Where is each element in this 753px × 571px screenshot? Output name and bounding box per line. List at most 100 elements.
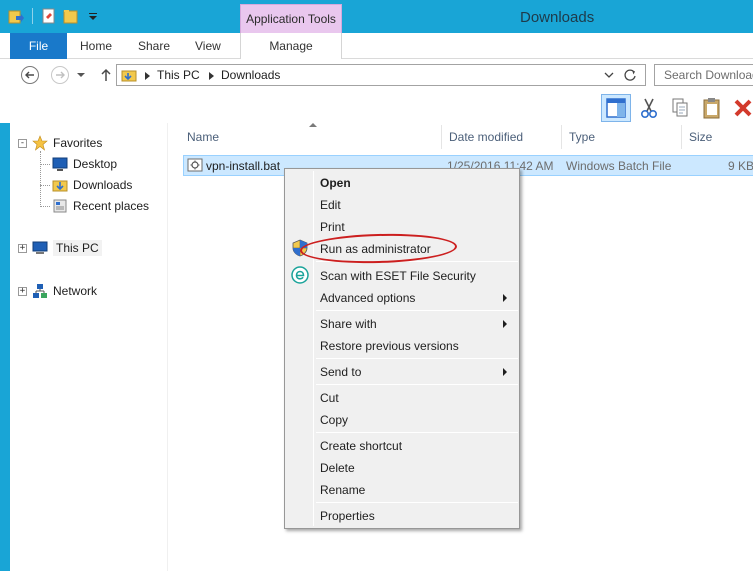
nav-recent-places[interactable]: Recent places xyxy=(52,198,149,214)
expand-this-pc-icon[interactable]: + xyxy=(18,244,27,253)
tree-connector xyxy=(40,164,50,165)
column-header-size[interactable]: Size xyxy=(681,125,753,149)
chevron-down-icon xyxy=(77,73,85,77)
menu-item-rename-label: Rename xyxy=(320,483,366,497)
nav-network-label: Network xyxy=(53,284,98,298)
refresh-icon xyxy=(624,69,636,81)
paste-button[interactable] xyxy=(697,94,727,122)
address-dropdown-button[interactable] xyxy=(603,69,615,84)
title-bar: Application Tools Downloads xyxy=(0,0,753,33)
back-arrow-icon xyxy=(21,66,39,84)
nav-this-pc-label: This PC xyxy=(53,240,102,256)
delete-button[interactable] xyxy=(728,94,753,122)
forward-button[interactable] xyxy=(50,65,70,85)
nav-favorites-label: Favorites xyxy=(53,136,103,150)
delete-x-icon xyxy=(734,99,752,117)
column-header-type[interactable]: Type xyxy=(561,125,681,149)
navigation-pane: - Favorites Desktop Downloads Recent pla… xyxy=(10,123,168,571)
submenu-arrow-icon xyxy=(503,368,507,376)
tab-home[interactable]: Home xyxy=(80,33,112,59)
menu-item-share-with-label: Share with xyxy=(320,317,377,331)
properties-icon[interactable] xyxy=(41,8,57,24)
recent-locations-button[interactable] xyxy=(74,65,88,85)
menu-item-rename[interactable]: Rename xyxy=(287,479,517,500)
preview-pane-icon xyxy=(606,98,626,118)
refresh-button[interactable] xyxy=(623,68,637,85)
recent-places-icon xyxy=(53,199,67,213)
file-type: Windows Batch File xyxy=(566,159,672,173)
new-folder-icon[interactable] xyxy=(63,8,79,24)
menu-item-scan-eset[interactable]: Scan with ESET File Security xyxy=(287,265,517,286)
column-header-date-modified[interactable]: Date modified xyxy=(441,125,561,149)
menu-item-create-shortcut[interactable]: Create shortcut xyxy=(287,435,517,456)
expand-network-icon[interactable]: + xyxy=(18,287,27,296)
address-bar[interactable]: This PC Downloads xyxy=(116,64,646,86)
nav-desktop[interactable]: Desktop xyxy=(52,156,117,172)
menu-separator xyxy=(316,502,518,503)
nav-downloads[interactable]: Downloads xyxy=(52,177,132,193)
menu-item-restore-previous-versions-label: Restore previous versions xyxy=(320,339,459,353)
menu-item-edit[interactable]: Edit xyxy=(287,194,517,215)
tab-view[interactable]: View xyxy=(195,33,221,59)
quick-access-toolbar xyxy=(8,8,101,24)
menu-item-restore-previous-versions[interactable]: Restore previous versions xyxy=(287,335,517,356)
preview-pane-button[interactable] xyxy=(601,94,631,122)
star-icon xyxy=(32,135,48,151)
qat-customize-icon[interactable] xyxy=(85,8,101,24)
nav-favorites[interactable]: Favorites xyxy=(32,135,102,151)
folder-properties-icon[interactable] xyxy=(8,8,24,24)
menu-item-open[interactable]: Open xyxy=(287,172,517,193)
desktop-icon xyxy=(52,157,68,171)
up-button[interactable] xyxy=(96,65,116,85)
breadcrumb-downloads[interactable]: Downloads xyxy=(221,68,280,82)
menu-item-edit-label: Edit xyxy=(320,198,341,212)
clipboard-icon xyxy=(703,98,720,119)
back-button[interactable] xyxy=(20,65,40,85)
nav-network[interactable]: Network xyxy=(32,283,97,299)
copy-button[interactable] xyxy=(665,94,695,122)
collapse-favorites-icon[interactable]: - xyxy=(18,139,27,148)
tab-manage[interactable]: Manage xyxy=(240,33,342,59)
menu-item-share-with[interactable]: Share with xyxy=(287,313,517,334)
menu-separator xyxy=(316,358,518,359)
tree-connector xyxy=(40,206,50,207)
up-arrow-icon xyxy=(101,68,111,81)
menu-item-cut[interactable]: Cut xyxy=(287,387,517,408)
menu-item-copy-label: Copy xyxy=(320,413,349,427)
menu-item-properties-label: Properties xyxy=(320,509,375,523)
nav-desktop-label: Desktop xyxy=(73,157,118,171)
search-input[interactable]: Search Downloads xyxy=(654,64,753,86)
menu-item-copy[interactable]: Copy xyxy=(287,409,517,430)
nav-downloads-label: Downloads xyxy=(73,178,133,192)
tab-file[interactable]: File xyxy=(10,33,67,59)
tree-connector xyxy=(40,185,50,186)
application-tools-group: Application Tools xyxy=(240,4,342,33)
submenu-arrow-icon xyxy=(503,320,507,328)
menu-item-scan-eset-label: Scan with ESET File Security xyxy=(320,269,476,283)
context-menu: Open Edit Print Run as administrator Sca… xyxy=(284,168,520,529)
tab-share[interactable]: Share xyxy=(138,33,170,59)
menu-item-open-label: Open xyxy=(320,176,351,190)
breadcrumb-separator-icon xyxy=(209,72,214,80)
window-title: Downloads xyxy=(520,9,595,26)
menu-item-send-to-label: Send to xyxy=(320,365,362,379)
menu-item-advanced-options-label: Advanced options xyxy=(320,291,416,305)
submenu-arrow-icon xyxy=(503,294,507,302)
menu-item-delete-label: Delete xyxy=(320,461,355,475)
batch-file-icon xyxy=(187,157,203,176)
menu-item-properties[interactable]: Properties xyxy=(287,505,517,526)
command-toolbar xyxy=(0,91,753,123)
eset-icon xyxy=(291,266,309,284)
menu-item-advanced-options[interactable]: Advanced options xyxy=(287,287,517,308)
cut-button[interactable] xyxy=(634,94,664,122)
ribbon-tabs: File Home Share View Manage xyxy=(0,33,753,59)
nav-this-pc[interactable]: This PC xyxy=(32,240,102,256)
menu-item-print-label: Print xyxy=(320,220,345,234)
menu-item-send-to[interactable]: Send to xyxy=(287,361,517,382)
column-header-name[interactable]: Name xyxy=(179,125,441,149)
breadcrumb-this-pc[interactable]: This PC xyxy=(157,68,200,82)
forward-arrow-icon xyxy=(51,66,69,84)
menu-item-delete[interactable]: Delete xyxy=(287,457,517,478)
computer-icon xyxy=(32,241,48,254)
menu-item-cut-label: Cut xyxy=(320,391,339,405)
